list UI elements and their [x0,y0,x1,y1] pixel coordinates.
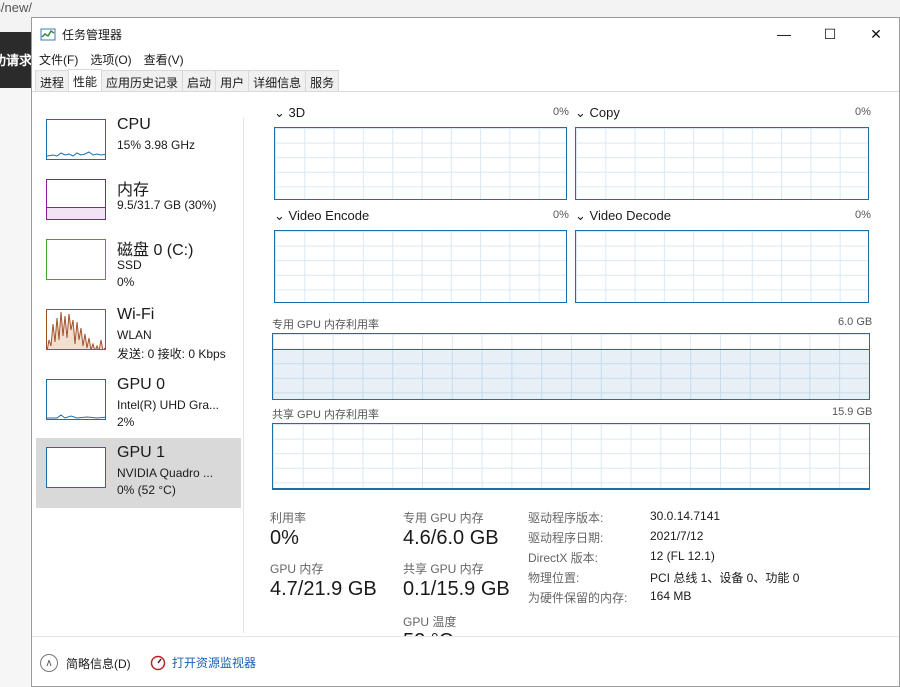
dedicated-mem-label: 专用 GPU 内存利用率 [272,319,379,331]
engine-copy-title[interactable]: ⌄ Copy [575,105,620,121]
task-manager-window: 任务管理器 — ☐ ✕ 文件(F) 选项(O) 查看(V) 进程 性能 应用历史… [31,17,900,687]
menu-file[interactable]: 文件(F) [39,51,78,69]
engine-video-encode-graph [274,230,567,303]
resource-name: GPU 0 [117,376,166,393]
dedicated-mem-max: 6.0 GB [838,316,873,328]
shared-mem-label: 共享 GPU 内存利用率 [272,409,379,421]
physical-location-key: 物理位置: [528,571,580,585]
menu-view[interactable]: 查看(V) [144,51,184,69]
tab-app-history[interactable]: 应用历史记录 [101,70,184,91]
dedicated-mem-graph [272,333,870,400]
resource-name: CPU [117,116,151,133]
resource-usage: 0% (52 °C) [117,483,176,497]
panel-divider [243,118,244,633]
gpu-mem-value: 4.7/21.9 GB [270,578,377,600]
shared-gpu-mem-value: 0.1/15.9 GB [403,578,510,600]
shared-gpu-mem-label: 共享 GPU 内存 [403,562,484,576]
engine-3d-pct: 0% [553,106,569,118]
physical-location-value: PCI 总线 1、设备 0、功能 0 [650,571,800,585]
reserved-memory-value: 164 MB [650,589,692,603]
engine-video-decode-title[interactable]: ⌄ Video Decode [575,208,671,224]
engine-3d-title[interactable]: ⌄ 3D [274,105,305,121]
resource-usage: 2% [117,415,135,429]
engine-copy-pct: 0% [855,106,871,118]
resource-detail: WLAN [117,328,152,342]
reserved-memory-key: 为硬件保留的内存: [528,591,628,605]
open-resource-monitor-link[interactable]: 打开资源监视器 [150,654,256,671]
memory-thumbnail [46,179,106,220]
tab-startup[interactable]: 启动 [182,70,217,91]
resource-name: 内存 [117,182,150,199]
resource-name: Wi-Fi [117,306,155,323]
gpu-mem-label: GPU 内存 [270,562,324,576]
engine-3d-graph [274,127,567,200]
browser-url-fragment: /PaddleOCR/issues/new [0,0,32,15]
resource-disk[interactable]: 磁盘 0 (C:) SSD 0% [36,230,241,300]
directx-version-value: 12 (FL 12.1) [650,549,715,563]
shared-mem-fill [273,488,869,489]
title-bar[interactable]: 任务管理器 — ☐ ✕ [32,18,899,51]
bottom-bar: ∧ 简略信息(D) 打开资源监视器 [32,636,899,686]
dedicated-mem-fill [273,348,869,399]
open-resource-monitor-label: 打开资源监视器 [172,656,257,670]
engine-video-decode-graph [575,230,869,303]
resource-detail: 15% 3.98 GHz [117,138,196,152]
fewer-details-label: 简略信息(D) [66,656,131,671]
driver-version-value: 30.0.14.7141 [650,509,721,523]
resource-gpu0[interactable]: GPU 0 Intel(R) UHD Gra... 2% [36,370,241,440]
engine-video-encode-title[interactable]: ⌄ Video Encode [274,208,369,224]
resource-list: CPU 15% 3.98 GHz 内存 9.5/31.7 GB (30%) 磁盘… [36,110,241,645]
resource-wifi[interactable]: Wi-Fi WLAN 发送: 0 接收: 0 Kbps [36,300,241,370]
tab-bar: 进程 性能 应用历史记录 启动 用户 详细信息 服务 [32,69,899,92]
engine-video-encode-pct: 0% [553,209,569,221]
resource-usage: 发送: 0 接收: 0 Kbps [117,347,226,361]
tab-performance[interactable]: 性能 [68,69,103,91]
browser-tab-fragment: 功请求 [0,32,32,88]
resource-detail: NVIDIA Quadro ... [117,466,214,480]
minimize-button[interactable]: — [761,18,807,50]
chevron-up-icon: ∧ [40,654,58,672]
shared-mem-max: 15.9 GB [832,406,873,418]
maximize-button[interactable]: ☐ [807,18,853,50]
resource-detail: 9.5/31.7 GB (30%) [117,198,217,212]
tab-users[interactable]: 用户 [215,70,250,91]
gpu0-thumbnail [46,379,106,420]
shared-mem-graph [272,423,870,490]
browser-background [0,88,32,687]
tab-details[interactable]: 详细信息 [248,70,307,91]
resource-gpu1[interactable]: GPU 1 NVIDIA Quadro ... 0% (52 °C) [36,438,241,508]
resource-detail: SSD [117,258,142,272]
tab-services[interactable]: 服务 [305,70,340,91]
menu-options[interactable]: 选项(O) [90,51,131,69]
disk-thumbnail [46,239,106,280]
engine-copy-graph [575,127,869,200]
utilization-value: 0% [270,527,299,549]
driver-date-value: 2021/7/12 [650,529,704,543]
engine-video-decode-pct: 0% [855,209,871,221]
fewer-details-button[interactable]: ∧ 简略信息(D) [40,654,131,672]
cpu-thumbnail [46,119,106,160]
window-title: 任务管理器 [62,28,123,42]
resource-name: GPU 1 [117,444,166,461]
resource-name: 磁盘 0 (C:) [117,242,194,259]
gpu1-thumbnail [46,447,106,488]
wifi-thumbnail [46,309,106,350]
driver-version-key: 驱动程序版本: [528,511,604,525]
resource-monitor-icon [150,655,166,670]
utilization-label: 利用率 [270,511,307,525]
tab-processes[interactable]: 进程 [35,70,70,91]
gpu-temp-label: GPU 温度 [403,615,457,629]
driver-date-key: 驱动程序日期: [528,531,604,545]
dedicated-gpu-mem-label: 专用 GPU 内存 [403,511,484,525]
task-manager-icon [40,28,56,40]
resource-usage: 0% [117,275,135,289]
dedicated-gpu-mem-value: 4.6/6.0 GB [403,527,499,549]
close-button[interactable]: ✕ [853,18,899,50]
menu-bar: 文件(F) 选项(O) 查看(V) [32,51,899,69]
directx-version-key: DirectX 版本: [528,551,599,565]
resource-detail: Intel(R) UHD Gra... [117,398,220,412]
